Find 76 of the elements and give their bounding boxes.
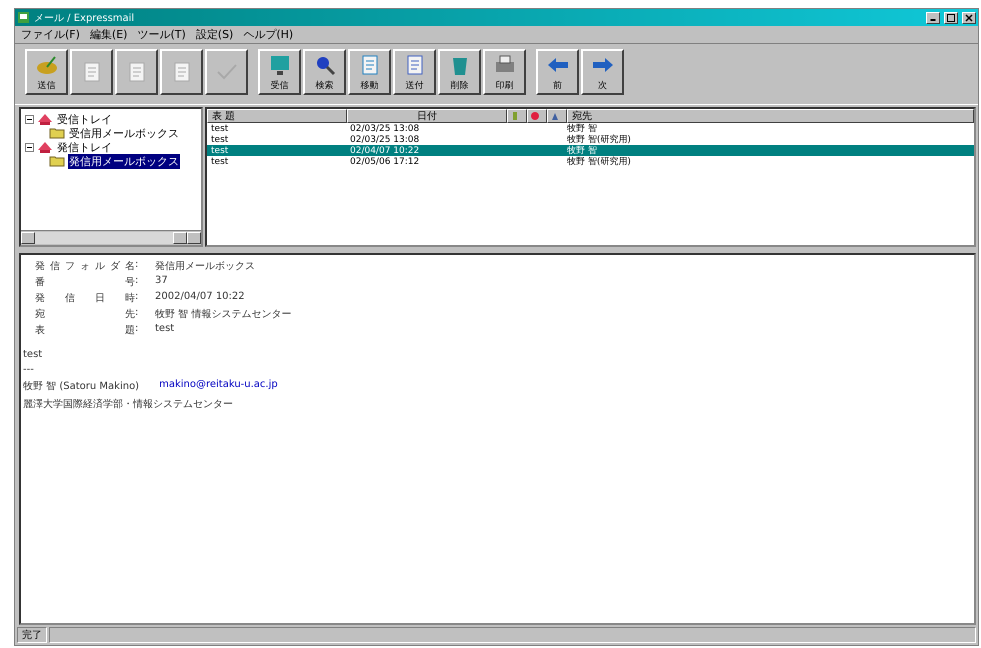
menu-item[interactable]: ファイル(F) <box>21 27 80 42</box>
table-cell-text: 牧野 智 <box>567 122 598 134</box>
menu-item[interactable]: ツール(T) <box>137 27 186 42</box>
message-row[interactable]: test 02/05/06 17:12 牧野 智(研究用) <box>207 156 974 167</box>
colon: : <box>135 259 140 272</box>
colon: : <box>135 323 140 336</box>
field-label: 発信フォルダ名 <box>35 260 135 273</box>
table-cell-text: 02/03/25 13:08 <box>349 134 420 144</box>
table-cell-text: test <box>210 124 230 134</box>
colon: : <box>135 291 140 304</box>
table-cell-text: 02/05/06 17:12 <box>349 156 420 166</box>
body-text: --- <box>23 364 35 375</box>
field-value: 発信用メールボックス <box>155 260 256 273</box>
maximize-icon <box>947 14 955 22</box>
column-header[interactable] <box>527 109 547 123</box>
email-link[interactable]: makino@reitaku-u.ac.jp <box>159 379 278 393</box>
field-label: 発 信 日 時 <box>35 292 135 305</box>
app-icon <box>17 11 30 24</box>
field-value: 37 <box>155 275 169 288</box>
table-cell-text: test <box>210 134 230 144</box>
toolbar-button[interactable]: 受信 <box>258 49 301 95</box>
toolbar-button[interactable]: 送信 <box>25 49 68 95</box>
message-row[interactable]: test 02/04/07 10:22 牧野 智 <box>207 145 974 156</box>
status-text: 完了 <box>17 627 47 643</box>
minimize-button[interactable] <box>926 12 940 24</box>
scroll-thumb[interactable] <box>173 232 187 244</box>
column-header[interactable] <box>547 109 567 123</box>
window-title: メール / Expressmail <box>34 12 136 24</box>
message-row[interactable]: test 02/03/25 13:08 牧野 智 <box>207 123 974 134</box>
scroll-left-button[interactable] <box>21 232 35 244</box>
folder-icon <box>49 155 65 167</box>
close-icon <box>965 14 973 22</box>
message-row[interactable]: test 02/03/25 13:08 牧野 智(研究用) <box>207 134 974 145</box>
table-cell-text: 02/04/07 10:22 <box>349 146 420 156</box>
collapse-icon[interactable] <box>25 142 34 152</box>
toolbar-button[interactable]: 次 <box>581 49 624 95</box>
menu-item[interactable]: 設定(S) <box>196 27 234 42</box>
table-cell-text: test <box>210 146 230 156</box>
table-cell-text: test <box>210 156 230 166</box>
table-cell-text: 02/03/25 13:08 <box>349 124 420 134</box>
colon: : <box>135 307 140 320</box>
field-value: test <box>155 323 176 336</box>
field-label: 宛 先 <box>35 308 135 321</box>
field-value: 2002/04/07 10:22 <box>155 291 246 304</box>
collapse-icon[interactable] <box>25 114 34 124</box>
body-text: test <box>23 349 44 360</box>
field-value: 牧野 智 情報システムセンター <box>155 308 292 321</box>
tree-item[interactable]: 発信トレイ <box>56 140 113 154</box>
field-label: 番 号 <box>35 276 135 289</box>
column-header[interactable] <box>507 109 527 123</box>
table-cell-text: 牧野 智(研究用) <box>567 156 632 168</box>
toolbar-button[interactable]: 送付 <box>393 49 436 95</box>
signature-name: 牧野 智 (Satoru Makino) <box>23 380 140 393</box>
toolbar-button[interactable]: 印刷 <box>483 49 526 95</box>
toolbar-button[interactable]: 移動 <box>348 49 391 95</box>
toolbar-button[interactable]: 検索 <box>303 49 346 95</box>
toolbar-button[interactable]: 前 <box>536 49 579 95</box>
tree-item[interactable]: 発信用メールボックス <box>68 154 180 168</box>
close-button[interactable] <box>962 12 976 24</box>
table-cell-text: 牧野 智 <box>567 144 598 156</box>
colon: : <box>135 275 140 288</box>
menu-item[interactable]: ヘルプ(H) <box>243 27 294 42</box>
menu-item[interactable]: 編集(E) <box>90 27 128 42</box>
maximize-button[interactable] <box>944 12 958 24</box>
folder-icon <box>49 127 65 139</box>
scroll-right-button[interactable] <box>187 232 201 244</box>
column-header[interactable]: 宛先 <box>567 109 974 123</box>
column-header[interactable]: 表 題 <box>207 109 347 123</box>
minimize-icon <box>930 19 936 21</box>
table-cell-text: 牧野 智(研究用) <box>567 134 632 146</box>
toolbar-button[interactable]: 削除 <box>438 49 481 95</box>
field-label: 表 題 <box>35 324 135 337</box>
column-header[interactable]: 日付 <box>347 109 507 123</box>
signature-affiliation: 麗澤大学国際経済学部・情報システムセンター <box>23 398 234 411</box>
tree-item[interactable]: 受信用メールボックス <box>68 126 180 140</box>
tree-item[interactable]: 受信トレイ <box>56 112 113 126</box>
